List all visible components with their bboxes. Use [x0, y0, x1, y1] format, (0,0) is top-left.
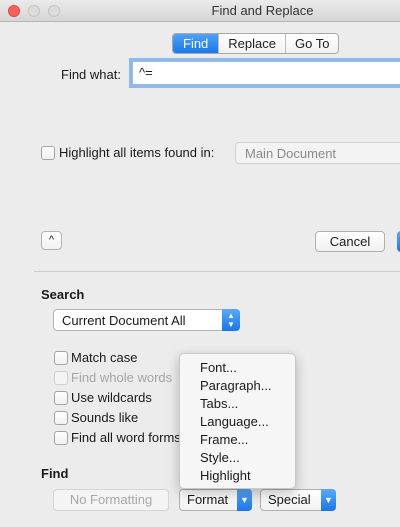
- find-what-label: Find what:: [61, 67, 121, 82]
- menu-item-language[interactable]: Language...: [180, 413, 295, 431]
- tab-go-to[interactable]: Go To: [285, 34, 339, 53]
- find-whole-words-checkbox: [54, 371, 68, 385]
- menu-item-highlight[interactable]: Highlight: [180, 467, 295, 485]
- title-bar: Find and Replace: [0, 0, 400, 22]
- tab-bar: Find Replace Go To: [172, 33, 340, 54]
- highlight-all-label: Highlight all items found in:: [59, 145, 215, 160]
- search-scope-select[interactable]: Current Document All ▲ ▼: [53, 309, 240, 331]
- find-what-input[interactable]: ^=: [132, 61, 400, 85]
- find-section-title: Find: [41, 466, 69, 481]
- menu-item-frame[interactable]: Frame...: [180, 431, 295, 449]
- find-all-word-forms-label: Find all word forms: [71, 430, 181, 445]
- menu-item-tabs[interactable]: Tabs...: [180, 395, 295, 413]
- format-button[interactable]: Format ▼: [179, 489, 252, 511]
- chevron-up-icon: ^: [48, 234, 55, 246]
- use-wildcards-label: Use wildcards: [71, 390, 152, 405]
- special-button[interactable]: Special ▼: [260, 489, 336, 511]
- chevron-down-icon: ▼: [321, 489, 336, 511]
- section-divider: [34, 271, 400, 272]
- highlight-all-checkbox[interactable]: [41, 146, 55, 160]
- menu-item-style[interactable]: Style...: [180, 449, 295, 467]
- search-scope-value: Current Document All: [62, 313, 186, 328]
- chevron-down-icon: ▼: [237, 489, 252, 511]
- menu-item-font[interactable]: Font...: [180, 359, 295, 377]
- match-case-checkbox[interactable]: [54, 351, 68, 365]
- match-case-label: Match case: [71, 350, 138, 365]
- tab-replace[interactable]: Replace: [218, 34, 285, 53]
- collapse-toggle-button[interactable]: ^: [41, 231, 62, 250]
- cancel-button[interactable]: Cancel: [315, 231, 385, 252]
- use-wildcards-checkbox[interactable]: [54, 391, 68, 405]
- up-down-arrows-icon: ▲ ▼: [222, 309, 240, 331]
- find-whole-words-label: Find whole words: [71, 370, 173, 385]
- highlight-scope-select: Main Document: [235, 142, 400, 164]
- menu-item-paragraph[interactable]: Paragraph...: [180, 377, 295, 395]
- search-section-title: Search: [41, 287, 85, 302]
- window-title: Find and Replace: [211, 3, 314, 18]
- no-formatting-button: No Formatting: [53, 489, 169, 511]
- special-button-label: Special: [268, 492, 311, 507]
- find-all-word-forms-checkbox[interactable]: [54, 431, 68, 445]
- format-button-label: Format: [187, 492, 229, 507]
- tab-find[interactable]: Find: [173, 34, 219, 53]
- sounds-like-label: Sounds like: [71, 410, 139, 425]
- format-menu: Font... Paragraph... Tabs... Language...…: [179, 353, 296, 489]
- sounds-like-checkbox[interactable]: [54, 411, 68, 425]
